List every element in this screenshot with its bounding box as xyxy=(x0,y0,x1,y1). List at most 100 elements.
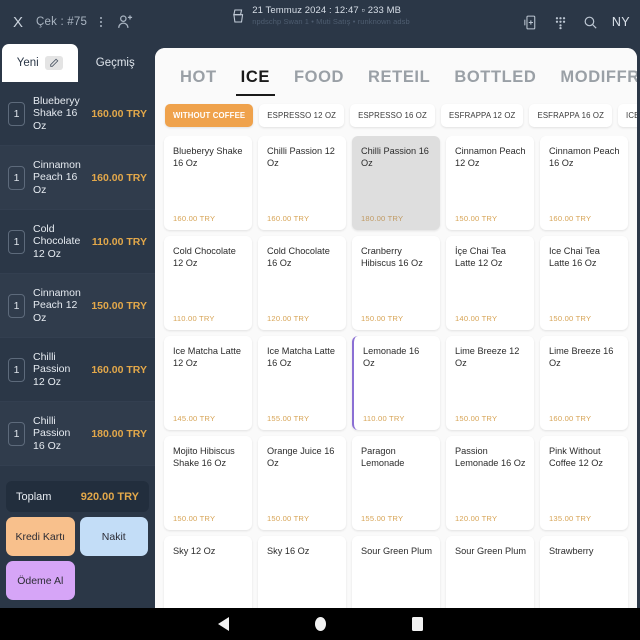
order-qty[interactable]: 1 xyxy=(8,229,25,254)
add-device-icon[interactable] xyxy=(522,14,539,31)
product-price: 135.00 TRY xyxy=(549,514,592,523)
tab-ice[interactable]: ICE xyxy=(230,62,281,96)
filter-chip[interactable]: ESFRAPPA 16 OZ xyxy=(529,104,613,127)
product-name: Passion Lemonade 16 Oz xyxy=(455,446,526,469)
product-name: Lime Breeze 12 Oz xyxy=(455,346,520,369)
product-card[interactable]: Lime Breeze 12 Oz 150.00 TRY xyxy=(446,336,534,430)
recents-square-icon[interactable] xyxy=(411,617,423,631)
product-card[interactable]: Cranberry Hibiscus 16 Oz 150.00 TRY xyxy=(352,236,440,330)
order-row[interactable]: 1 Cold Chocolate 12 Oz 110.00 TRY xyxy=(0,210,155,274)
product-card[interactable]: Blueberyy Shake 16 Oz 160.00 TRY xyxy=(164,136,252,230)
pencil-icon[interactable] xyxy=(44,56,63,70)
sidebar-tab-gecmis[interactable]: Geçmiş xyxy=(78,44,154,82)
datetime-label: 21 Temmuz 2024 : 12:47 ▫ 233 MB xyxy=(252,5,402,16)
product-card[interactable]: Orange Juice 16 Oz 150.00 TRY xyxy=(258,436,346,530)
sidebar-tabs: Yeni Geçmiş xyxy=(0,44,155,82)
product-price: 150.00 TRY xyxy=(361,314,404,323)
sidebar-tab-yeni[interactable]: Yeni xyxy=(2,44,78,82)
product-card[interactable]: İçe Chai Tea Latte 12 Oz 140.00 TRY xyxy=(446,236,534,330)
product-card[interactable]: Sour Green Plum xyxy=(446,536,534,608)
filter-chip[interactable]: ESPRESSO 16 OZ xyxy=(350,104,435,127)
product-price: 155.00 TRY xyxy=(267,414,310,423)
order-qty[interactable]: 1 xyxy=(8,421,25,446)
order-item-name: Chilli Passion 12 Oz xyxy=(33,350,71,388)
product-name: Cold Chocolate 12 Oz xyxy=(173,246,236,269)
android-navigation-bar xyxy=(0,608,640,640)
order-item-price: 160.00 TRY xyxy=(91,171,147,184)
product-name: Lemonade 16 Oz xyxy=(363,346,420,369)
order-item-name: Chilli Passion 16 Oz xyxy=(33,414,71,452)
product-card[interactable]: Pink Without Coffee 12 Oz 135.00 TRY xyxy=(540,436,628,530)
order-row[interactable]: 1 Cinnamon Peach 16 Oz 160.00 TRY xyxy=(0,146,155,210)
product-name: Ice Chai Tea Latte 16 Oz xyxy=(549,246,600,269)
product-card[interactable]: Chilli Passion 16 Oz 180.00 TRY xyxy=(352,136,440,230)
product-card[interactable]: Chilli Passion 12 Oz 160.00 TRY xyxy=(258,136,346,230)
product-price: 110.00 TRY xyxy=(173,314,215,323)
top-bar-left-group: X Çek : #75 xyxy=(10,12,135,32)
product-card[interactable]: Ice Matcha Latte 16 Oz 155.00 TRY xyxy=(258,336,346,430)
product-card[interactable]: Sky 16 Oz xyxy=(258,536,346,608)
order-item-name: Cinnamon Peach 16 Oz xyxy=(33,158,81,196)
payment-button-1[interactable]: Nakit xyxy=(79,517,148,556)
tab-hot[interactable]: HOT xyxy=(169,62,228,96)
filter-chip[interactable]: ESPRESSO 12 OZ xyxy=(259,104,345,127)
payment-button-label: Ödeme Al xyxy=(17,574,64,587)
product-name: Cold Chocolate 16 Oz xyxy=(267,246,330,269)
home-circle-icon[interactable] xyxy=(314,617,326,631)
search-icon[interactable] xyxy=(582,14,599,31)
product-card[interactable]: Mojito Hibiscus Shake 16 Oz 150.00 TRY xyxy=(164,436,252,530)
filter-chip[interactable]: WITHOUT COFFEE xyxy=(165,104,254,127)
product-name: Ice Matcha Latte 12 Oz xyxy=(173,346,241,369)
order-list[interactable]: 1 Blueberyy Shake 16 Oz 160.00 TRY 1 Cinnamo… xyxy=(0,82,155,475)
total-value: 920.00 TRY xyxy=(80,490,139,503)
product-card[interactable]: Cinnamon Peach 16 Oz 160.00 TRY xyxy=(540,136,628,230)
product-price: 155.00 TRY xyxy=(361,514,404,523)
order-qty[interactable]: 1 xyxy=(8,357,25,382)
product-name: Sour Green Plum xyxy=(455,546,526,556)
tab-food[interactable]: FOOD xyxy=(283,62,355,96)
product-name: Strawberry xyxy=(549,546,594,556)
order-row[interactable]: 1 Chilli Passion 12 Oz 160.00 TRY xyxy=(0,338,155,402)
order-qty[interactable]: 1 xyxy=(8,293,25,318)
close-icon[interactable]: X xyxy=(10,13,26,32)
product-card[interactable]: Cold Chocolate 12 Oz 110.00 TRY xyxy=(164,236,252,330)
product-name: Sour Green Plum xyxy=(361,546,432,556)
order-row[interactable]: 1 Chilli Passion 16 Oz 180.00 TRY xyxy=(0,402,155,466)
grid-dots-icon[interactable] xyxy=(552,14,569,31)
order-row[interactable]: 1 Cinnamon Peach 12 Oz 150.00 TRY xyxy=(0,274,155,338)
product-card[interactable]: Ice Matcha Latte 12 Oz 145.00 TRY xyxy=(164,336,252,430)
order-item-price: 160.00 TRY xyxy=(91,107,147,120)
filter-chip[interactable]: ICE CREAM&MILKSHAKE xyxy=(618,104,637,127)
product-card[interactable]: Paragon Lemonade 155.00 TRY xyxy=(352,436,440,530)
product-price: 150.00 TRY xyxy=(267,514,310,523)
product-card[interactable]: Cold Chocolate 16 Oz 120.00 TRY xyxy=(258,236,346,330)
order-qty[interactable]: 1 xyxy=(8,165,25,190)
product-card[interactable]: Sour Green Plum xyxy=(352,536,440,608)
filter-chip[interactable]: ESFRAPPA 12 OZ xyxy=(440,104,524,127)
product-card[interactable]: Cinnamon Peach 12 Oz 150.00 TRY xyxy=(446,136,534,230)
payment-button-0[interactable]: Kredi Kartı xyxy=(6,517,75,556)
tab-reteil[interactable]: RETEIL xyxy=(357,62,441,96)
tab-modiffres[interactable]: MODIFFRES xyxy=(549,62,637,96)
product-card[interactable]: Sky 12 Oz xyxy=(164,536,252,608)
order-qty[interactable]: 1 xyxy=(8,101,25,126)
sidebar-tab-yeni-label: Yeni xyxy=(16,57,39,69)
order-row[interactable]: 1 Blueberyy Shake 16 Oz 160.00 TRY xyxy=(0,82,155,146)
check-number-label[interactable]: Çek : #75 xyxy=(36,16,87,28)
product-name: Orange Juice 16 Oz xyxy=(267,446,335,469)
product-card[interactable]: Passion Lemonade 16 Oz 120.00 TRY xyxy=(446,436,534,530)
product-card[interactable]: Ice Chai Tea Latte 16 Oz 150.00 TRY xyxy=(540,236,628,330)
order-item-name: Cinnamon Peach 12 Oz xyxy=(33,286,81,324)
app-body: Yeni Geçmiş 1 Blueberyy Shake 16 Oz 160.00… xyxy=(0,44,640,608)
user-initials-label[interactable]: NY xyxy=(612,15,630,29)
back-triangle-icon[interactable] xyxy=(217,617,229,631)
product-price: 160.00 TRY xyxy=(549,214,592,223)
printer-icon xyxy=(230,7,246,25)
payment-button-2[interactable]: Ödeme Al xyxy=(6,561,75,600)
product-card[interactable]: Lime Breeze 16 Oz 160.00 TRY xyxy=(540,336,628,430)
product-card[interactable]: Strawberry xyxy=(540,536,628,608)
tab-bottled[interactable]: BOTTLED xyxy=(443,62,547,96)
add-user-icon[interactable] xyxy=(115,12,135,32)
vertical-dots-icon[interactable] xyxy=(97,15,105,29)
product-card[interactable]: Lemonade 16 Oz 110.00 TRY xyxy=(352,336,440,430)
